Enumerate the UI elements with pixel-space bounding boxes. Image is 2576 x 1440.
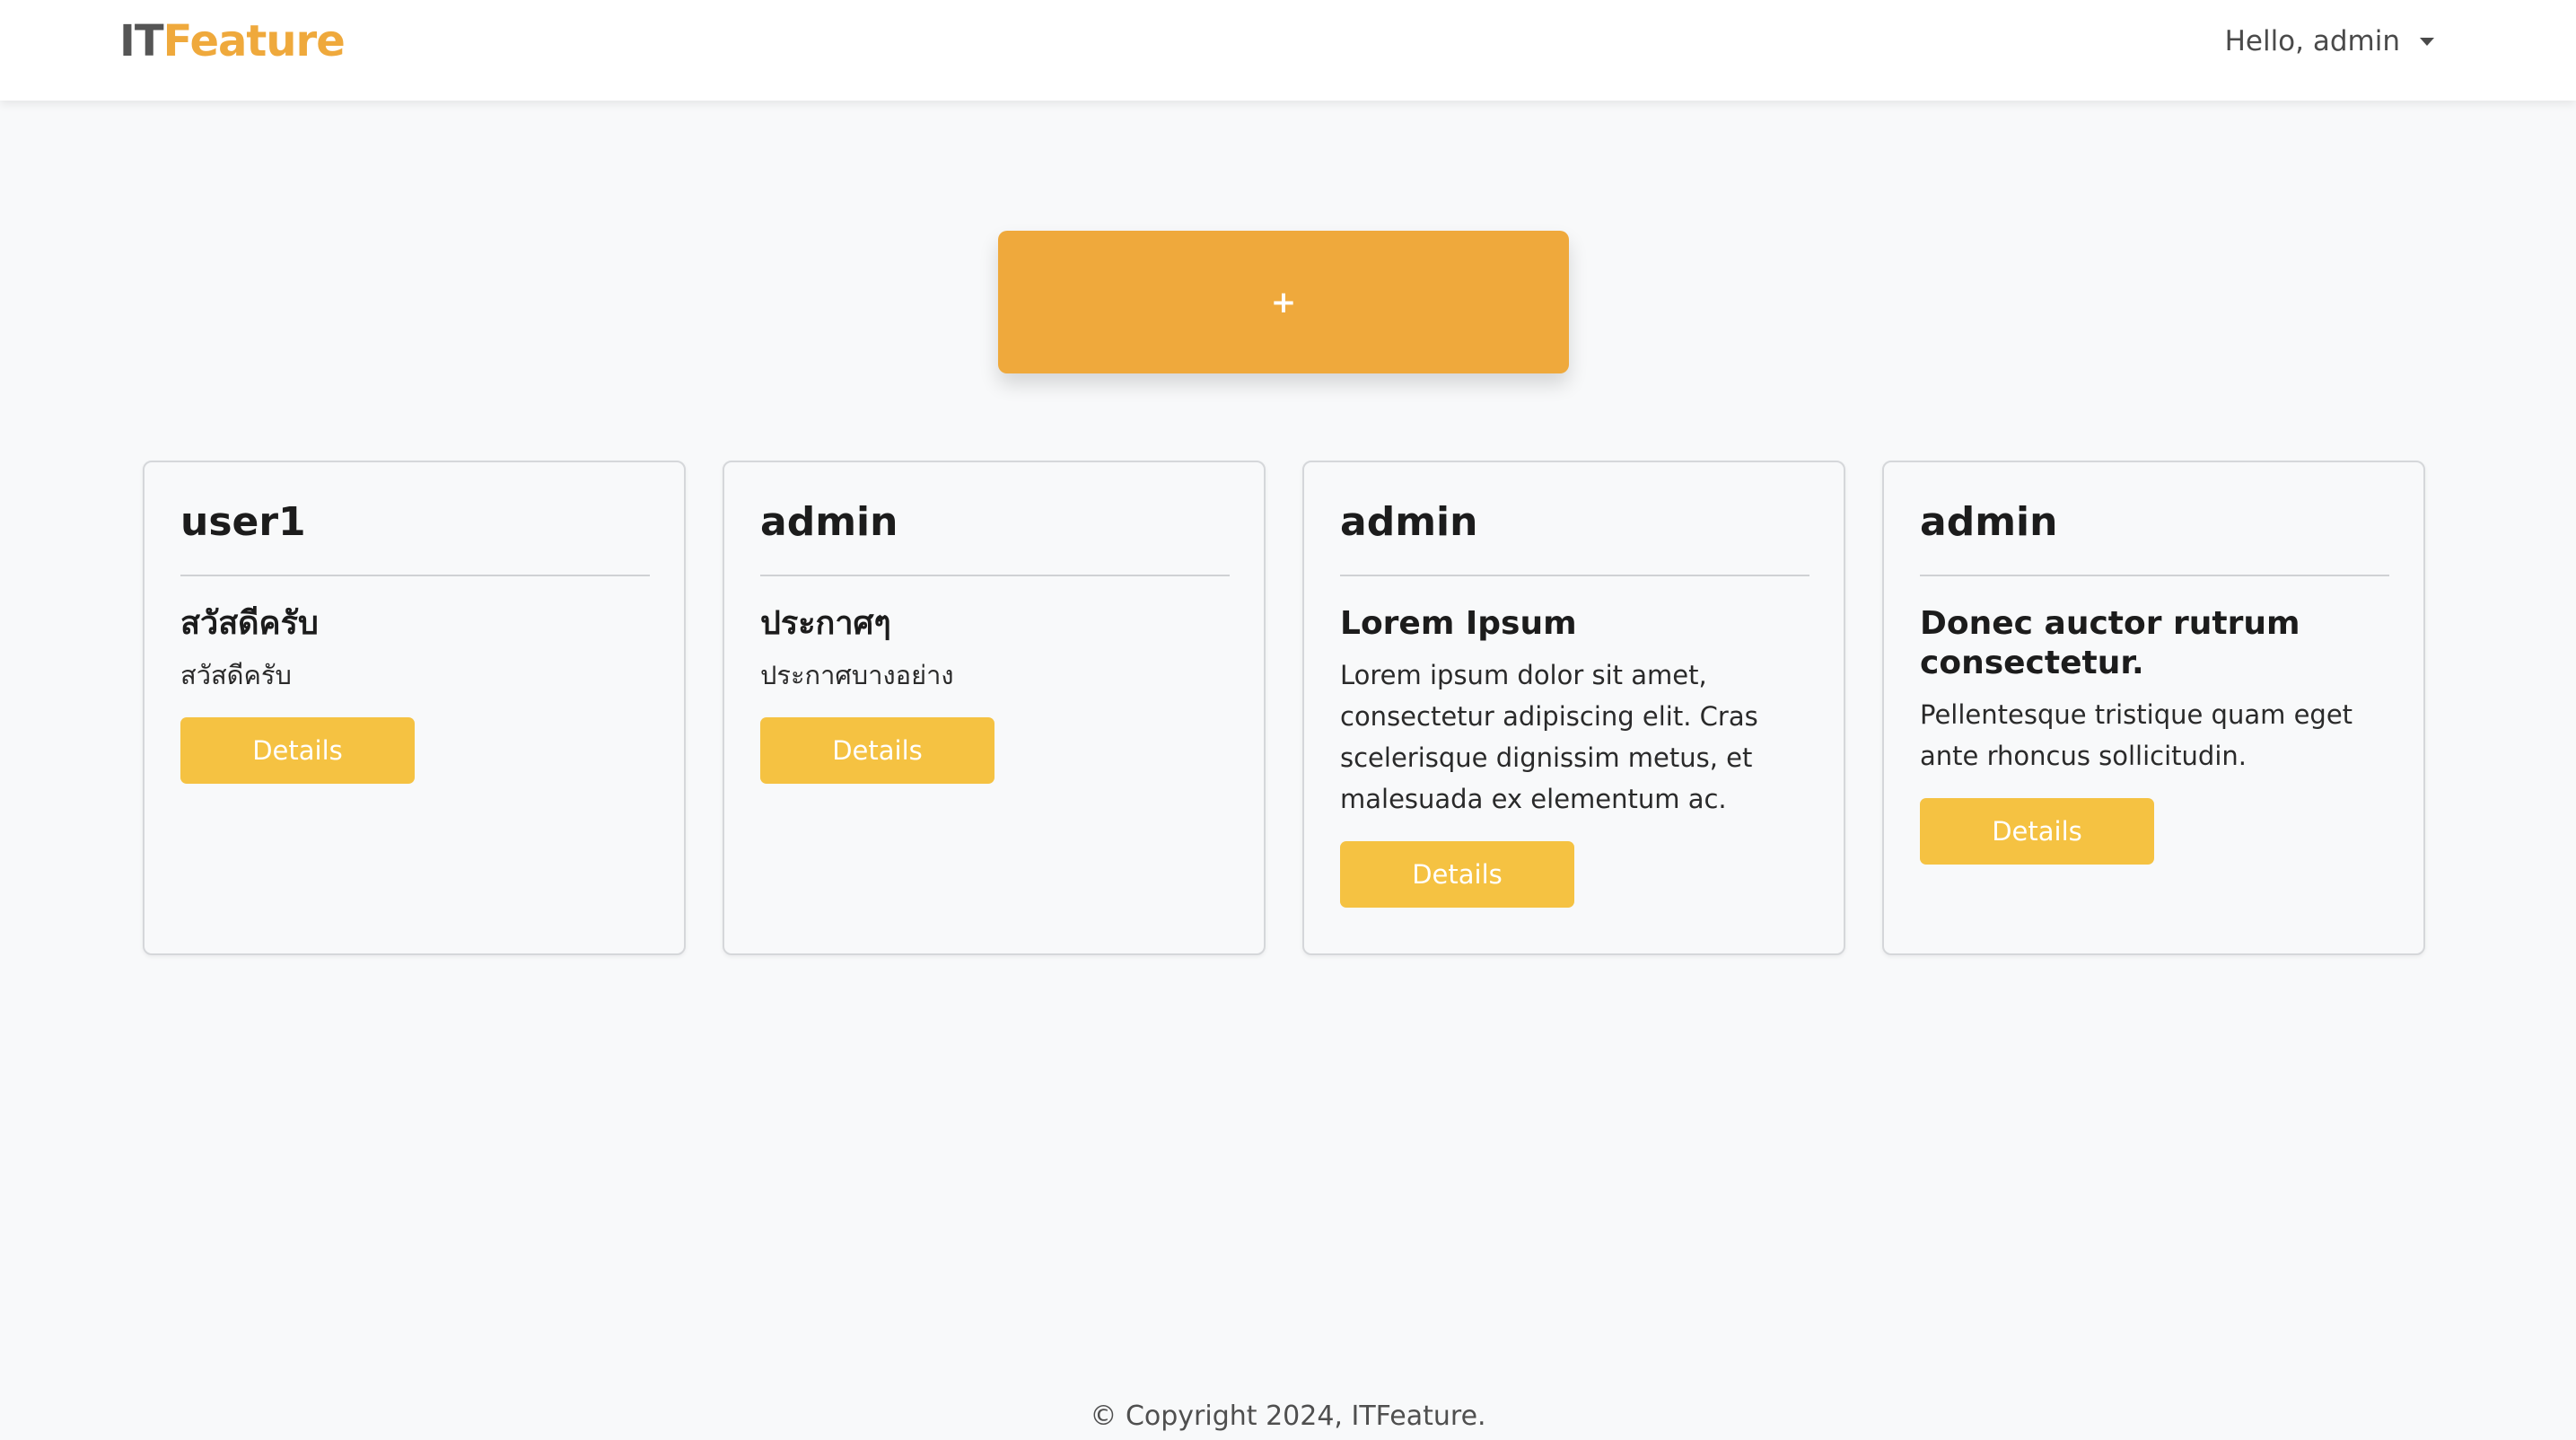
card-text: สวัสดีครับ xyxy=(180,660,292,690)
card-text: Lorem ipsum dolor sit amet, consectetur … xyxy=(1340,660,1758,814)
card-title: สวัสดีครับ xyxy=(180,605,319,642)
details-button[interactable]: Details xyxy=(1920,798,2154,865)
top-navbar: ITFeature Hello, admin xyxy=(0,0,2576,101)
post-card: admin Donec auctor rutrum consectetur. P… xyxy=(1882,461,2425,955)
card-author: admin xyxy=(1920,499,2058,545)
user-menu-dropdown[interactable]: Hello, admin xyxy=(2225,20,2434,63)
card-divider xyxy=(1340,575,1809,576)
post-card: admin Lorem Ipsum Lorem ipsum dolor sit … xyxy=(1302,461,1845,955)
card-divider xyxy=(760,575,1230,576)
card-text: ประกาศบางอย่าง xyxy=(760,660,954,690)
card-body: Lorem Ipsum Lorem ipsum dolor sit amet, … xyxy=(1340,604,1809,908)
post-card: admin ประกาศๆ ประกาศบางอย่าง Details xyxy=(723,461,1266,955)
footer-copyright: © Copyright 2024, ITFeature. xyxy=(1090,1400,1486,1432)
plus-icon: + xyxy=(1270,284,1297,320)
card-author: admin xyxy=(1340,499,1478,545)
card-divider xyxy=(1920,575,2389,576)
brand-logo[interactable]: ITFeature xyxy=(119,13,346,70)
card-author: admin xyxy=(760,499,898,545)
add-post-button[interactable]: + xyxy=(998,231,1569,373)
chevron-down-icon xyxy=(2420,37,2434,46)
card-divider xyxy=(180,575,650,576)
post-card: user1 สวัสดีครับ สวัสดีครับ Details xyxy=(143,461,686,955)
card-body: ประกาศๆ ประกาศบางอย่าง Details xyxy=(760,604,1230,784)
details-button[interactable]: Details xyxy=(180,717,415,784)
card-author: user1 xyxy=(180,499,306,545)
details-button[interactable]: Details xyxy=(1340,841,1574,908)
user-greeting: Hello, admin xyxy=(2224,25,2400,57)
card-text: Pellentesque tristique quam eget ante rh… xyxy=(1920,699,2353,771)
card-body: Donec auctor rutrum consectetur. Pellent… xyxy=(1920,604,2389,865)
card-title: ประกาศๆ xyxy=(760,605,891,642)
card-title: Donec auctor rutrum consectetur. xyxy=(1920,605,2300,681)
brand-text-feature: Feature xyxy=(162,16,346,66)
card-body: สวัสดีครับ สวัสดีครับ Details xyxy=(180,604,650,784)
details-button[interactable]: Details xyxy=(760,717,994,784)
card-title: Lorem Ipsum xyxy=(1340,605,1577,642)
brand-text-it: IT xyxy=(119,16,164,66)
